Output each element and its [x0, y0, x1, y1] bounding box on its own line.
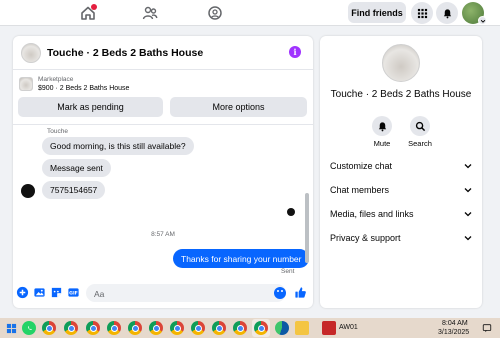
find-friends-button[interactable]: Find friends [348, 2, 406, 23]
app-icon[interactable] [322, 321, 336, 335]
chrome-icon[interactable] [107, 321, 121, 335]
section-privacy-support[interactable]: Privacy & support [320, 228, 482, 248]
marketplace-label: Marketplace [38, 76, 74, 83]
bell-icon[interactable] [372, 116, 392, 136]
menu-grid-icon[interactable] [411, 2, 433, 24]
incoming-message[interactable]: Good morning, is this still available? [42, 137, 194, 155]
chrome-icon[interactable] [233, 321, 247, 335]
mute-button[interactable]: Mute [364, 116, 400, 148]
search-label: Search [408, 139, 432, 148]
sticker-icon[interactable] [50, 286, 63, 299]
marketplace-listing-bar: Marketplace $900 · 2 Beds 2 Baths House … [13, 71, 313, 121]
photo-icon[interactable] [33, 286, 46, 299]
chrome-icon[interactable] [128, 321, 142, 335]
incoming-message[interactable]: 7575154657 [42, 181, 106, 199]
listing-image[interactable] [19, 77, 33, 91]
notifications-bell-icon[interactable] [436, 2, 458, 24]
section-chat-members[interactable]: Chat members [320, 180, 482, 200]
taskbar-time[interactable]: 8:04 AM [442, 320, 468, 327]
search-icon[interactable] [410, 116, 430, 136]
chrome-icon[interactable] [254, 321, 268, 335]
section-label: Chat members [330, 185, 390, 195]
chat-header: Touche · 2 Beds 2 Baths House i [13, 36, 313, 70]
like-icon[interactable] [293, 285, 307, 299]
emoji-icon[interactable] [274, 287, 286, 299]
edge-icon[interactable] [275, 321, 289, 335]
outgoing-message[interactable]: Thanks for sharing your number [173, 249, 310, 268]
notification-dot [91, 4, 97, 10]
message-input[interactable] [86, 285, 256, 303]
gaming-icon[interactable] [205, 3, 225, 23]
message-scrollbar[interactable] [305, 193, 309, 263]
mute-label: Mute [373, 139, 391, 148]
top-navigation-bar: Find friends [0, 0, 500, 26]
chrome-icon[interactable] [149, 321, 163, 335]
section-label: Customize chat [330, 161, 393, 171]
chat-title[interactable]: Touche · 2 Beds 2 Baths House [47, 47, 203, 59]
chevron-down-icon [464, 236, 472, 241]
chrome-icon[interactable] [42, 321, 56, 335]
listing-price-title[interactable]: $900 · 2 Beds 2 Baths House [38, 85, 129, 92]
message-timestamp: 8:57 AM [151, 231, 175, 238]
info-icon[interactable]: i [289, 46, 301, 58]
chevron-down-icon [464, 164, 472, 169]
chrome-icon[interactable] [191, 321, 205, 335]
chat-profile-image[interactable] [382, 44, 420, 82]
chat-info-panel: Touche · 2 Beds 2 Baths House Mute Searc… [320, 36, 482, 308]
chat-info-name: Touche · 2 Beds 2 Baths House [330, 89, 472, 100]
chrome-icon[interactable] [170, 321, 184, 335]
notification-center-icon[interactable] [480, 321, 494, 335]
section-label: Privacy & support [330, 233, 401, 243]
chrome-icon[interactable] [86, 321, 100, 335]
groups-icon[interactable] [140, 3, 160, 23]
message-list: Touche Good morning, is this still avail… [13, 125, 313, 278]
add-icon[interactable] [16, 286, 29, 299]
section-customize-chat[interactable]: Customize chat [320, 156, 482, 176]
message-composer: GIF [13, 278, 313, 308]
chrome-icon[interactable] [212, 321, 226, 335]
seen-avatar [287, 208, 295, 216]
more-options-button[interactable]: More options [170, 97, 307, 117]
chat-window: Touche · 2 Beds 2 Baths House i Marketpl… [13, 36, 313, 308]
whatsapp-icon[interactable] [22, 321, 36, 335]
gif-icon[interactable]: GIF [67, 286, 80, 299]
chevron-down-icon[interactable] [478, 16, 487, 25]
taskbar-date[interactable]: 3/13/2025 [438, 329, 469, 336]
message-input-container [86, 284, 286, 303]
svg-text:GIF: GIF [69, 291, 78, 297]
incoming-message[interactable]: Message sent [42, 159, 111, 177]
chevron-down-icon [464, 212, 472, 217]
search-button[interactable]: Search [402, 116, 438, 148]
sent-status: Sent [281, 268, 295, 275]
listing-thumbnail[interactable] [21, 43, 41, 63]
taskbar-app-label[interactable]: AW01 [339, 324, 358, 331]
sender-avatar[interactable] [21, 184, 35, 198]
chrome-icon[interactable] [64, 321, 78, 335]
windows-taskbar: AW01 8:04 AM 3/13/2025 [0, 318, 500, 338]
section-media-files-links[interactable]: Media, files and links [320, 204, 482, 224]
section-label: Media, files and links [330, 209, 414, 219]
windows-icon[interactable] [4, 321, 18, 335]
mark-as-pending-button[interactable]: Mark as pending [18, 97, 163, 117]
sender-name: Touche [47, 128, 68, 135]
chevron-down-icon [464, 188, 472, 193]
file-explorer-icon[interactable] [295, 321, 309, 335]
home-icon[interactable] [78, 3, 98, 23]
